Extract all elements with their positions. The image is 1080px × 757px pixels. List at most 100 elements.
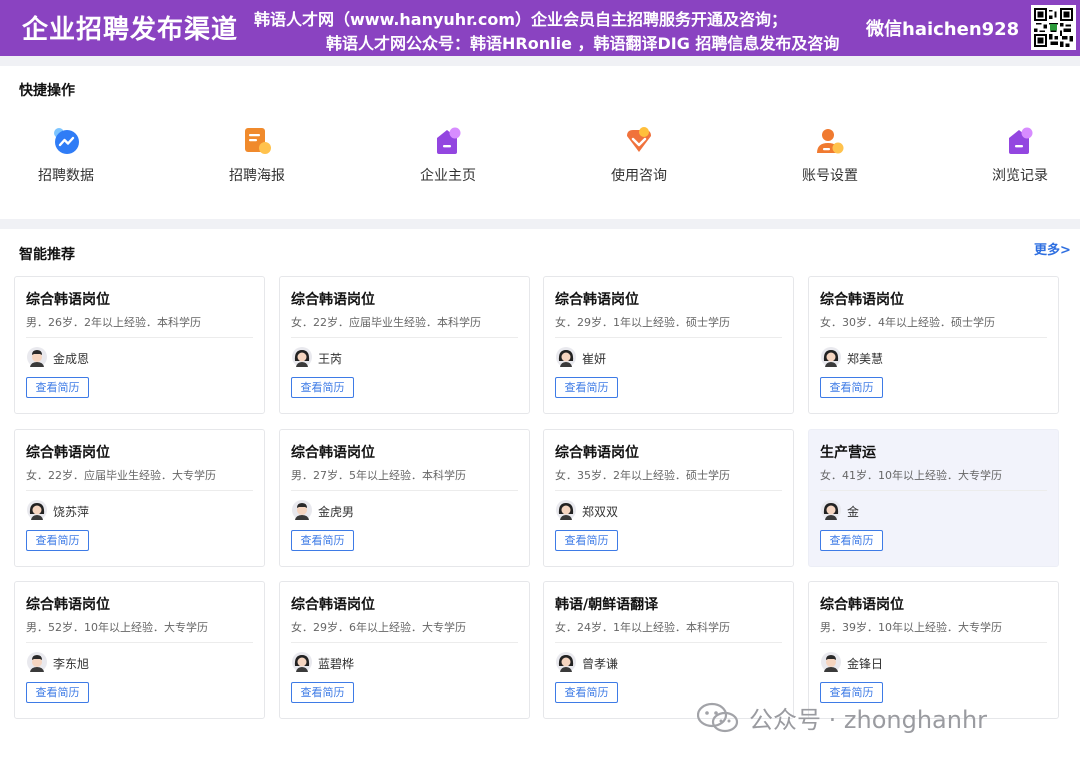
job-title: 综合韩语岗位 — [555, 445, 639, 461]
avatar — [556, 500, 576, 520]
candidate-card[interactable]: 综合韩语岗位 女．29岁．6年以上经验．大专学历 蓝碧桦 查看简历 — [279, 581, 530, 719]
heart-chat-icon — [624, 126, 654, 156]
job-title: 综合韩语岗位 — [291, 292, 375, 308]
card-divider — [820, 337, 1047, 338]
view-resume-button[interactable]: 查看简历 — [291, 530, 354, 551]
job-title: 综合韩语岗位 — [26, 597, 110, 613]
card-divider — [291, 490, 518, 491]
smart-recommend-panel: 智能推荐 更多> 综合韩语岗位 男．26岁．2年以上经验．本科学历 金成恩 查看… — [0, 229, 1080, 757]
card-divider — [26, 337, 253, 338]
card-divider — [26, 490, 253, 491]
candidate-name: 饶苏萍 — [53, 505, 90, 519]
view-resume-button[interactable]: 查看简历 — [820, 530, 883, 551]
avatar — [27, 652, 47, 672]
job-title: 生产营运 — [820, 445, 876, 461]
quick-action-label: 招聘海报 — [229, 168, 285, 184]
qr-code-image — [1031, 5, 1076, 50]
candidate-card[interactable]: 综合韩语岗位 女．35岁．2年以上经验．硕士学历 郑双双 查看简历 — [543, 429, 794, 567]
avatar — [27, 347, 47, 367]
avatar — [292, 500, 312, 520]
candidate-card[interactable]: 综合韩语岗位 男．27岁．5年以上经验．本科学历 金虎男 查看简历 — [279, 429, 530, 567]
quick-actions-panel: 快捷操作 招聘数据 招聘海报 企业主页 使用咨询 账号设置 浏览记录 — [0, 66, 1080, 219]
candidate-name: 金 — [847, 505, 860, 519]
candidate-name: 金虎男 — [318, 505, 355, 519]
watermark-text: 公众号 · zhonghanhr — [749, 706, 988, 734]
wechat-watermark: 公众号 · zhonghanhr — [697, 700, 987, 735]
job-title: 综合韩语岗位 — [820, 292, 904, 308]
candidate-info: 男．26岁．2年以上经验．本科学历 — [26, 316, 201, 329]
user-settings-icon — [815, 126, 845, 156]
job-title: 综合韩语岗位 — [26, 445, 110, 461]
candidate-info: 女．24岁．1年以上经验．本科学历 — [555, 621, 730, 634]
candidate-name: 崔妍 — [582, 352, 607, 366]
messenger-chart-icon — [51, 126, 81, 156]
quick-action-browse-history[interactable]: 浏览记录 — [970, 126, 1070, 185]
card-divider — [555, 337, 782, 338]
view-resume-button[interactable]: 查看简历 — [555, 530, 618, 551]
candidate-info: 女．29岁．1年以上经验．硕士学历 — [555, 316, 730, 329]
candidate-info: 女．30岁．4年以上经验．硕士学历 — [820, 316, 995, 329]
quick-action-company-home[interactable]: 企业主页 — [398, 126, 498, 185]
candidate-card[interactable]: 综合韩语岗位 女．22岁．应届毕业生经验．大专学历 饶苏萍 查看简历 — [14, 429, 265, 567]
card-divider — [820, 490, 1047, 491]
view-resume-button[interactable]: 查看简历 — [291, 377, 354, 398]
banner-line-1: 韩语人才网（www.hanyuhr.com）企业会员自主招聘服务开通及咨询； — [254, 10, 788, 29]
view-resume-button[interactable]: 查看简历 — [26, 377, 89, 398]
candidate-card[interactable]: 综合韩语岗位 女．29岁．1年以上经验．硕士学历 崔妍 查看简历 — [543, 276, 794, 414]
quick-action-recruit-poster[interactable]: 招聘海报 — [207, 126, 307, 185]
view-resume-button[interactable]: 查看简历 — [820, 377, 883, 398]
top-banner: 企业招聘发布渠道 韩语人才网（www.hanyuhr.com）企业会员自主招聘服… — [0, 0, 1080, 56]
house-icon — [433, 126, 463, 156]
banner-brand-title: 企业招聘发布渠道 — [22, 15, 239, 45]
candidate-card[interactable]: 韩语/朝鲜语翻译 女．24岁．1年以上经验．本科学历 曾孝谦 查看简历 — [543, 581, 794, 719]
candidate-info: 女．41岁．10年以上经验．大专学历 — [820, 469, 1002, 482]
candidate-name: 郑美慧 — [847, 352, 884, 366]
view-resume-button[interactable]: 查看简历 — [555, 682, 618, 703]
quick-actions-title: 快捷操作 — [19, 83, 75, 99]
candidate-name: 郑双双 — [582, 505, 619, 519]
quick-action-account-settings[interactable]: 账号设置 — [780, 126, 880, 185]
poster-icon — [242, 126, 272, 156]
avatar — [27, 500, 47, 520]
card-divider — [555, 642, 782, 643]
candidate-name: 金成恩 — [53, 352, 90, 366]
candidate-name: 李东旭 — [53, 657, 90, 671]
candidate-card-hovered[interactable]: 生产营运 女．41岁．10年以上经验．大专学历 金 查看简历 — [808, 429, 1059, 567]
wechat-icon — [697, 702, 739, 732]
history-icon — [1005, 126, 1035, 156]
candidate-name: 曾孝谦 — [582, 657, 619, 671]
candidate-info: 女．22岁．应届毕业生经验．本科学历 — [291, 316, 481, 329]
candidate-card[interactable]: 综合韩语岗位 男．26岁．2年以上经验．本科学历 金成恩 查看简历 — [14, 276, 265, 414]
quick-action-recruit-data[interactable]: 招聘数据 — [16, 126, 116, 185]
recommend-title: 智能推荐 — [19, 247, 75, 263]
avatar — [556, 347, 576, 367]
avatar — [556, 652, 576, 672]
card-divider — [26, 642, 253, 643]
quick-action-consult[interactable]: 使用咨询 — [589, 126, 689, 185]
candidate-info: 男．27岁．5年以上经验．本科学历 — [291, 469, 466, 482]
job-title: 综合韩语岗位 — [291, 445, 375, 461]
candidate-card[interactable]: 综合韩语岗位 女．30岁．4年以上经验．硕士学历 郑美慧 查看简历 — [808, 276, 1059, 414]
view-resume-button[interactable]: 查看简历 — [555, 377, 618, 398]
banner-line-2: 韩语人才网公众号：韩语HRonlie ，韩语翻译DIG 招聘信息发布及咨询 — [326, 34, 840, 53]
view-resume-button[interactable]: 查看简历 — [26, 682, 89, 703]
quick-action-label: 使用咨询 — [611, 168, 667, 184]
view-resume-button[interactable]: 查看简历 — [26, 530, 89, 551]
banner-wechat-id: 微信haichen928 — [866, 19, 1020, 40]
candidate-card[interactable]: 综合韩语岗位 男．39岁．10年以上经验．大专学历 金锋日 查看简历 — [808, 581, 1059, 719]
card-divider — [555, 490, 782, 491]
avatar — [821, 500, 841, 520]
candidate-name: 王芮 — [318, 352, 343, 366]
job-title: 韩语/朝鲜语翻译 — [555, 597, 659, 613]
job-title: 综合韩语岗位 — [26, 292, 110, 308]
candidate-info: 女．35岁．2年以上经验．硕士学历 — [555, 469, 730, 482]
candidate-card[interactable]: 综合韩语岗位 男．52岁．10年以上经验．大专学历 李东旭 查看简历 — [14, 581, 265, 719]
view-resume-button[interactable]: 查看简历 — [291, 682, 354, 703]
candidate-info: 男．39岁．10年以上经验．大专学历 — [820, 621, 1002, 634]
avatar — [292, 652, 312, 672]
candidate-card[interactable]: 综合韩语岗位 女．22岁．应届毕业生经验．本科学历 王芮 查看简历 — [279, 276, 530, 414]
more-link[interactable]: 更多> — [1034, 239, 1071, 258]
avatar — [292, 347, 312, 367]
card-divider — [291, 337, 518, 338]
candidate-name: 蓝碧桦 — [318, 657, 355, 671]
